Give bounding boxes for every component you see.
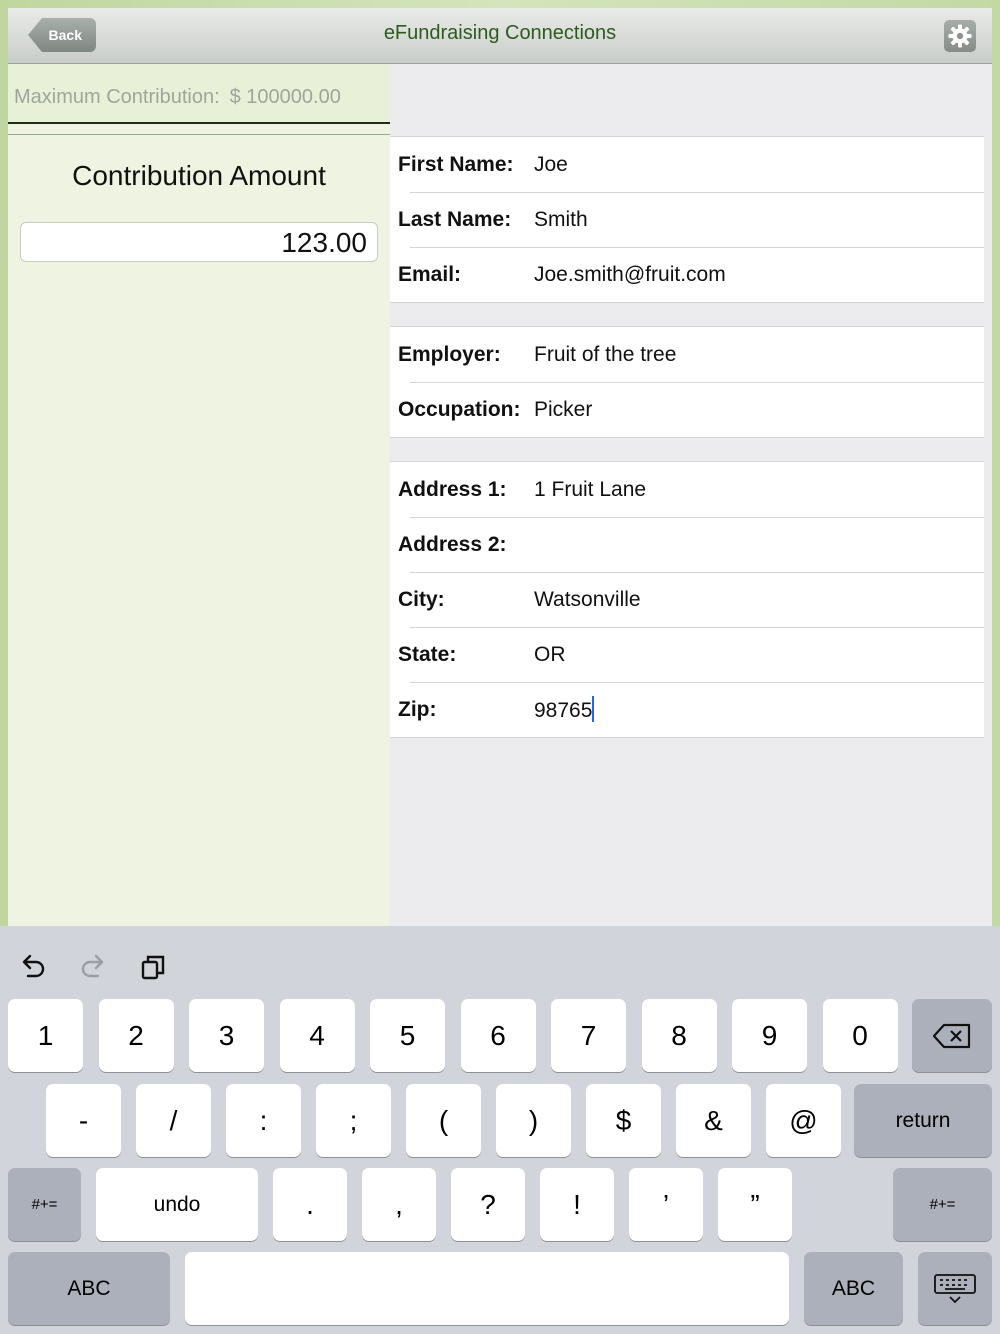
- state-field[interactable]: OR: [534, 643, 566, 667]
- key-symbol[interactable]: &: [676, 1084, 751, 1157]
- key-symbol[interactable]: ?: [451, 1168, 525, 1241]
- max-contribution: Maximum Contribution: $ 100000.00: [8, 64, 398, 124]
- key-symbol[interactable]: /: [136, 1084, 211, 1157]
- contribution-pane: Maximum Contribution: $ 100000.00 Contrib…: [8, 64, 398, 926]
- contact-group: First Name: Joe Last Name: Smith Email: …: [390, 136, 984, 303]
- form-row-zip[interactable]: Zip: 98765: [390, 682, 984, 737]
- address-1-field[interactable]: 1 Fruit Lane: [534, 478, 646, 502]
- form-row-last-name[interactable]: Last Name: Smith: [390, 192, 984, 247]
- settings-button[interactable]: [944, 20, 976, 52]
- onscreen-keyboard: 1 2 3 4 5 6 7 8 9 0- /:;() $ & @ return #+= undo.,?!’” #+…: [0, 926, 1000, 1334]
- gear-icon: [948, 24, 972, 48]
- field-label: Employer:: [398, 342, 501, 366]
- form-row-city[interactable]: City: Watsonville: [390, 572, 984, 627]
- key-0[interactable]: 0: [822, 999, 898, 1072]
- city-field[interactable]: Watsonville: [534, 588, 641, 612]
- key-symbol[interactable]: ”: [718, 1168, 792, 1241]
- first-name-field[interactable]: Joe: [534, 153, 568, 177]
- key-8[interactable]: 8: [641, 999, 717, 1072]
- space-key[interactable]: [185, 1252, 789, 1325]
- zip-field[interactable]: 98765: [534, 696, 595, 723]
- form-row-occupation[interactable]: Occupation: Picker: [390, 382, 984, 437]
- undo-key[interactable]: undo: [96, 1168, 258, 1241]
- divider: [8, 134, 390, 135]
- key-7[interactable]: 7: [551, 999, 626, 1072]
- key-6[interactable]: 6: [460, 999, 536, 1072]
- donor-form-pane: First Name: Joe Last Name: Smith Email: …: [390, 64, 992, 926]
- max-contribution-value: $ 100000.00: [229, 86, 341, 108]
- field-label: Occupation:: [398, 397, 521, 421]
- employer-field[interactable]: Fruit of the tree: [534, 343, 676, 367]
- key-symbol[interactable]: :: [226, 1084, 301, 1157]
- abc-key[interactable]: ABC: [804, 1252, 903, 1325]
- return-key[interactable]: return: [854, 1084, 992, 1157]
- form-row-address-2[interactable]: Address 2:: [390, 517, 984, 572]
- keyboard-dismiss-key[interactable]: [918, 1252, 992, 1325]
- keyboard-dismiss-icon: [934, 1273, 976, 1303]
- form-row-address-1[interactable]: Address 1: 1 Fruit Lane: [390, 462, 984, 517]
- zip-value: 98765: [534, 699, 593, 722]
- field-label: Address 1:: [398, 477, 507, 501]
- more-symbols-key[interactable]: #+=: [8, 1168, 81, 1241]
- navigation-bar: Back eFundraising Connections: [8, 8, 992, 64]
- key-9[interactable]: 9: [732, 999, 807, 1072]
- delete-key[interactable]: [912, 999, 992, 1072]
- field-label: Address 2:: [398, 532, 507, 556]
- field-label: Zip:: [398, 697, 437, 721]
- contribution-amount-input[interactable]: 123.00: [20, 222, 378, 262]
- contribution-title: Contribution Amount: [72, 160, 326, 191]
- field-label: City:: [398, 587, 445, 611]
- key-symbol[interactable]: ;: [316, 1084, 391, 1157]
- key-symbol[interactable]: ): [496, 1084, 571, 1157]
- key-symbol[interactable]: -: [46, 1084, 121, 1157]
- key-symbol[interactable]: .: [273, 1168, 347, 1241]
- key-5[interactable]: 5: [370, 999, 445, 1072]
- key-symbol[interactable]: (: [406, 1084, 481, 1157]
- undo-arrow-icon[interactable]: [16, 950, 50, 984]
- form-row-state[interactable]: State: OR: [390, 627, 984, 682]
- redo-arrow-icon[interactable]: [76, 950, 110, 984]
- key-symbol[interactable]: @: [766, 1084, 841, 1157]
- key-1[interactable]: 1: [8, 999, 83, 1072]
- key-4[interactable]: 4: [279, 999, 355, 1072]
- form-row-employer[interactable]: Employer: Fruit of the tree: [390, 327, 984, 382]
- field-label: Email:: [398, 262, 462, 286]
- field-label: Last Name:: [398, 207, 512, 231]
- employment-group: Employer: Fruit of the tree Occupation: …: [390, 326, 984, 438]
- email-field[interactable]: Joe.smith@fruit.com: [534, 263, 726, 287]
- divider: [8, 122, 390, 124]
- key-2[interactable]: 2: [98, 999, 174, 1072]
- last-name-field[interactable]: Smith: [534, 208, 588, 232]
- max-contribution-label: Maximum Contribution:: [14, 86, 220, 108]
- address-group: Address 1: 1 Fruit Lane Address 2: City:…: [390, 461, 984, 738]
- form-row-email[interactable]: Email: Joe.smith@fruit.com: [390, 247, 984, 302]
- key-3[interactable]: 3: [189, 999, 264, 1072]
- occupation-field[interactable]: Picker: [534, 398, 592, 422]
- form-row-first-name[interactable]: First Name: Joe: [390, 137, 984, 192]
- abc-key[interactable]: ABC: [8, 1252, 170, 1325]
- backspace-icon: [932, 1023, 971, 1048]
- field-label: First Name:: [398, 152, 514, 176]
- key-symbol[interactable]: !: [540, 1168, 614, 1241]
- text-cursor: [592, 696, 595, 722]
- key-symbol[interactable]: ’: [629, 1168, 703, 1241]
- page-title: eFundraising Connections: [383, 22, 617, 44]
- key-symbol[interactable]: $: [586, 1084, 661, 1157]
- field-label: State:: [398, 642, 457, 666]
- more-symbols-key[interactable]: #+=: [893, 1168, 992, 1241]
- key-symbol[interactable]: ,: [362, 1168, 436, 1241]
- paste-icon[interactable]: [136, 950, 170, 984]
